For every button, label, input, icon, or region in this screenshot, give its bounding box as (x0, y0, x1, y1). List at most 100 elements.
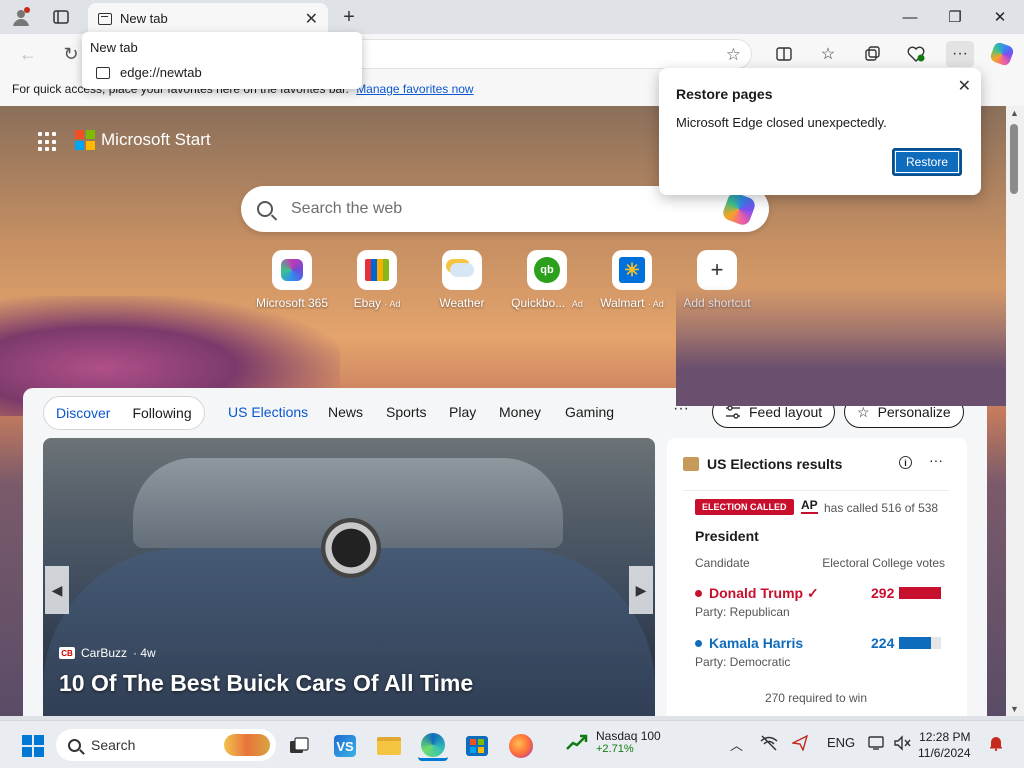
split-screen-icon[interactable] (770, 41, 798, 67)
candidate-row[interactable]: Donald Trump ✓ Party: Republican 292 (695, 585, 943, 625)
carousel-prev-button[interactable]: ◀ (45, 566, 69, 614)
profile-icon[interactable] (8, 5, 34, 29)
more-tabs-button[interactable]: ··· (673, 400, 689, 418)
restore-window-button[interactable]: ❐ (935, 4, 975, 30)
personalize-button[interactable]: ☆ Personalize (844, 396, 964, 428)
ad-tag: Ad (571, 299, 583, 309)
plus-icon: + (697, 250, 737, 290)
tab-gaming[interactable]: Gaming (565, 404, 614, 420)
restore-pages-dialog: Restore pages ✕ Microsoft Edge closed un… (659, 68, 981, 195)
source-name: CarBuzz (81, 646, 128, 660)
feed-mode-toggle: Discover Following (43, 396, 205, 430)
notification-bell-icon[interactable] (988, 735, 1004, 751)
hover-card-url: edge://newtab (120, 65, 202, 80)
minimize-button[interactable]: — (890, 4, 930, 30)
system-clock[interactable]: 12:28 PM 11/6/2024 (918, 729, 971, 761)
hover-card-title: New tab (90, 40, 138, 55)
back-button[interactable]: ← (14, 41, 42, 67)
scrollbar-thumb[interactable] (1010, 124, 1018, 194)
search-icon (68, 738, 81, 752)
shortcut-walmart[interactable]: ✳ Walmart · Ad (587, 250, 677, 310)
votes-bar (899, 587, 941, 599)
tab-play[interactable]: Play (449, 404, 476, 420)
refresh-button[interactable]: ↻ (57, 41, 85, 67)
feed-layout-button[interactable]: Feed layout (712, 396, 836, 428)
elections-title[interactable]: US Elections results (707, 456, 842, 472)
carousel-next-button[interactable]: ▶ (629, 566, 653, 614)
article-headline[interactable]: 10 Of The Best Buick Cars Of All Time (59, 670, 473, 697)
page-icon (96, 66, 110, 79)
microsoft-store-icon[interactable] (462, 731, 492, 761)
ebay-bag-icon (357, 250, 397, 290)
party-dot (695, 640, 702, 647)
tab-sports[interactable]: Sports (386, 404, 426, 420)
search-highlight-image (224, 734, 270, 756)
edge-taskbar-icon[interactable] (418, 731, 448, 761)
file-explorer-icon[interactable] (374, 731, 404, 761)
manage-favorites-link[interactable]: Manage favorites now (356, 82, 473, 96)
tab-news[interactable]: News (328, 404, 363, 420)
clock-date: 11/6/2024 (918, 746, 971, 760)
windows-logo-icon (22, 735, 44, 757)
microsoft-start-brand[interactable]: Microsoft Start (75, 130, 211, 150)
volume-muted-icon[interactable] (893, 735, 911, 754)
tab-new-tab[interactable]: New tab ✕ (88, 3, 328, 34)
scroll-up-icon[interactable]: ▲ (1010, 108, 1019, 118)
stock-trend-icon (566, 734, 588, 750)
hero-article-card[interactable]: ◀ ▶ CB CarBuzz · 4w 10 Of The Best Buick… (43, 438, 655, 716)
collections-icon[interactable] (858, 41, 886, 67)
app-launcher-icon[interactable] (38, 132, 58, 152)
shortcut-quickbooks[interactable]: qb Quickbo... Ad (502, 250, 592, 310)
search-icon (257, 201, 273, 217)
display-icon[interactable] (868, 735, 886, 754)
search-placeholder: Search the web (291, 200, 403, 217)
scroll-down-icon[interactable]: ▼ (1010, 704, 1019, 714)
shortcut-add[interactable]: + Add shortcut (672, 250, 762, 310)
firefox-icon[interactable] (506, 731, 536, 761)
task-view-icon[interactable] (284, 731, 314, 761)
copilot-icon[interactable] (988, 41, 1016, 67)
candidate-column-header: Candidate (695, 556, 750, 570)
shortcut-ebay[interactable]: Ebay · Ad (332, 250, 422, 310)
restore-button[interactable]: Restore (892, 148, 962, 176)
close-icon[interactable]: ✕ (305, 9, 318, 29)
start-button[interactable] (18, 731, 48, 761)
new-tab-page: Microsoft Start Search the web Microsoft… (0, 106, 1006, 716)
tab-following[interactable]: Following (132, 405, 191, 421)
stock-change: +2.71% (596, 743, 634, 755)
candidate-row[interactable]: Kamala Harris Party: Democratic 224 (695, 635, 943, 675)
new-tab-button[interactable]: + (337, 5, 361, 29)
visual-studio-icon[interactable]: VS (330, 731, 360, 761)
shortcut-microsoft-365[interactable]: Microsoft 365 (247, 250, 337, 310)
close-icon[interactable]: ✕ (958, 76, 971, 96)
page-icon (98, 12, 112, 25)
shortcut-weather[interactable]: Weather (417, 250, 507, 310)
tab-actions-icon[interactable] (48, 5, 74, 29)
microsoft-365-icon (272, 250, 312, 290)
tab-title: New tab (120, 11, 168, 26)
favorites-icon[interactable]: ☆ (814, 41, 842, 67)
send-feedback-icon[interactable] (790, 734, 809, 754)
tab-us-elections[interactable]: US Elections (228, 404, 308, 420)
election-results[interactable]: ELECTION CALLED AP has called 516 of 538… (683, 490, 949, 714)
language-indicator[interactable]: ENG (827, 735, 855, 750)
taskbar-search[interactable]: Search (56, 729, 276, 761)
shortcut-label: Ebay (353, 296, 381, 310)
settings-more-icon[interactable]: ··· (946, 41, 974, 67)
browser-essentials-icon[interactable] (902, 41, 930, 67)
tab-discover[interactable]: Discover (56, 405, 110, 421)
clock-time: 12:28 PM (919, 730, 971, 744)
card-menu-button[interactable]: ··· (929, 452, 943, 468)
taskbar-search-label: Search (91, 737, 136, 753)
chevron-up-icon[interactable]: ︿ (730, 735, 743, 754)
close-window-button[interactable]: ✕ (980, 4, 1020, 30)
stock-widget[interactable]: Nasdaq 100 +2.71% (566, 729, 661, 755)
ballot-box-icon (683, 457, 699, 471)
favorite-star-icon[interactable]: ☆ (726, 45, 741, 65)
page-scrollbar[interactable]: ▲ ▼ (1006, 106, 1024, 716)
info-icon[interactable]: i (899, 456, 912, 469)
network-icon[interactable] (760, 735, 778, 754)
tab-money[interactable]: Money (499, 404, 541, 420)
copilot-search-icon[interactable] (721, 191, 757, 227)
elections-card: US Elections results i ··· ELECTION CALL… (667, 438, 967, 716)
